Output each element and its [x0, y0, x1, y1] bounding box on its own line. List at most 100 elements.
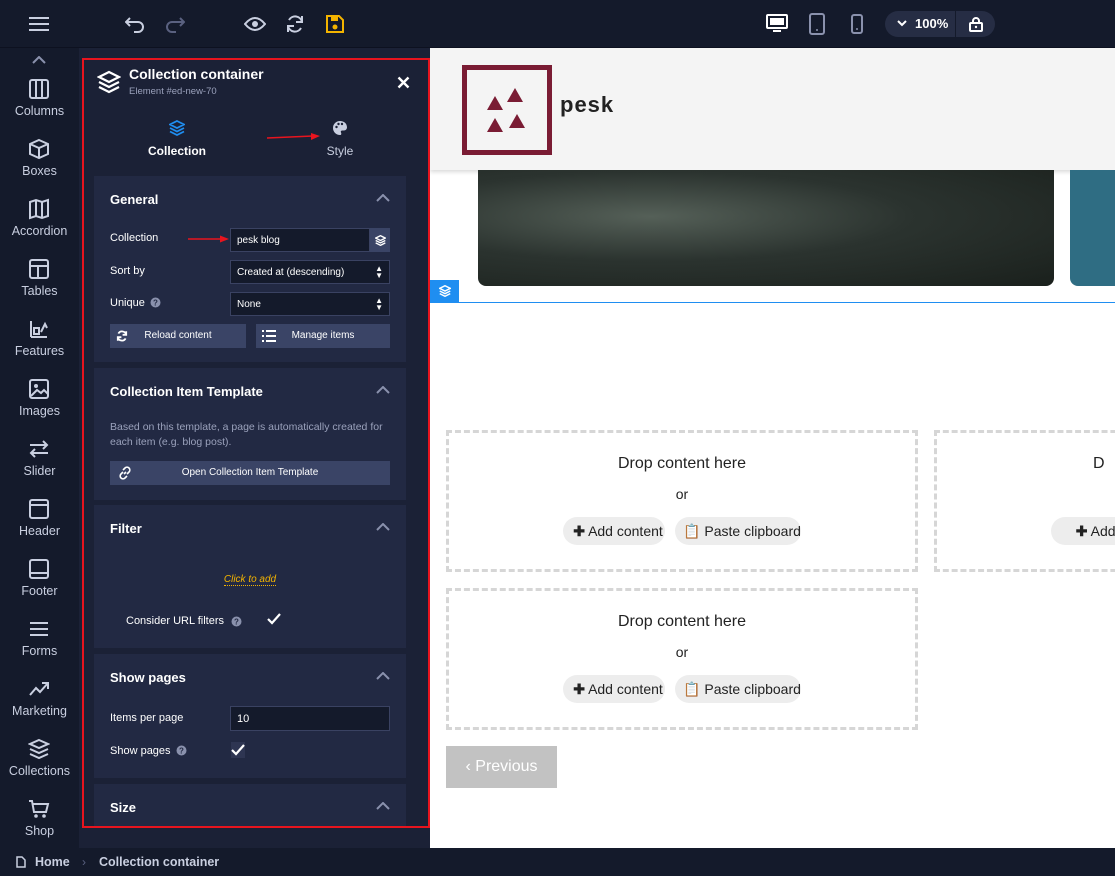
collection-label: Collection [110, 232, 159, 244]
logo-frame[interactable] [462, 65, 552, 155]
manage-items-button[interactable]: Manage items [256, 324, 390, 348]
zoom-control[interactable]: 100% [885, 11, 995, 37]
collection-picker-button[interactable] [370, 228, 390, 252]
sidebar-item-forms[interactable]: Forms [0, 618, 79, 678]
drop-zone[interactable]: Drop content here or ✚ Add content 📋 Pas… [446, 588, 918, 730]
chevron-up-icon[interactable] [32, 56, 46, 64]
collections-icon [438, 285, 451, 297]
sidebar-item-footer[interactable]: Footer [0, 558, 79, 618]
chevron-up-icon[interactable] [376, 523, 390, 531]
site-header: pesk [430, 48, 1115, 170]
paste-clipboard-button[interactable]: 📋 Paste clipboard [675, 517, 801, 545]
tab-label: Collection [147, 144, 206, 158]
chevron-up-icon[interactable] [376, 386, 390, 394]
columns-icon [29, 79, 49, 99]
help-icon[interactable]: ? [176, 745, 187, 756]
section-title: Size [110, 800, 137, 815]
click-to-add-link[interactable]: Click to add [223, 574, 277, 586]
sidebar-item-features[interactable]: Features [0, 318, 79, 378]
items-per-page-input[interactable]: 10 [230, 706, 390, 731]
element-badge[interactable] [430, 280, 459, 302]
sidebar-item-label: Images [19, 404, 60, 418]
desktop-icon[interactable] [765, 12, 789, 36]
tab-collection[interactable]: Collection [127, 118, 227, 160]
button-label: Previous [475, 758, 538, 775]
tab-label: Style [326, 144, 354, 158]
sidebar-item-label: Header [19, 524, 60, 538]
chevron-left-icon: ‹ [465, 758, 471, 775]
footer-icon [29, 559, 49, 579]
panel-subtitle: Element #ed-new-70 [129, 86, 217, 97]
section-title: Filter [110, 521, 142, 536]
sidebar-item-boxes[interactable]: Boxes [0, 138, 79, 198]
breadcrumb-current[interactable]: Collection container [99, 855, 219, 869]
save-icon[interactable] [323, 12, 347, 36]
panel-title: Collection container [129, 66, 264, 82]
sidebar-item-label: Features [14, 344, 65, 358]
unique-select-value: None [237, 299, 261, 310]
breadcrumb: Home › Collection container [0, 848, 1115, 876]
breadcrumb-home[interactable]: Home [35, 855, 70, 869]
reload-content-button[interactable]: Reload content [110, 324, 246, 348]
button-label: Paste clipboard [704, 523, 801, 539]
lock-icon[interactable] [969, 16, 983, 32]
sidebar-item-header[interactable]: Header [0, 498, 79, 558]
table-icon [29, 259, 49, 279]
sort-select[interactable]: Created at (descending) ▲ ▼ [230, 260, 390, 284]
button-label: Add co [1090, 523, 1115, 539]
chevron-up-icon[interactable] [376, 802, 390, 810]
mobile-icon[interactable] [845, 12, 869, 36]
click-to-add-wrap: Click to add [94, 569, 406, 587]
unique-select[interactable]: None ▲ ▼ [230, 292, 390, 316]
preview-icon[interactable] [243, 12, 267, 36]
sidebar-item-columns[interactable]: Columns [0, 78, 79, 138]
add-content-button[interactable]: ✚ Add content [563, 517, 665, 545]
chevron-up-icon[interactable] [376, 672, 390, 680]
help-icon[interactable]: ? [231, 616, 242, 627]
sidebar-item-slider[interactable]: Slider [0, 438, 79, 498]
features-icon [30, 321, 48, 338]
checkmark-icon[interactable] [267, 613, 281, 625]
breadcrumb-separator: › [82, 855, 86, 869]
add-content-button[interactable]: ✚ Add content [563, 675, 665, 703]
help-icon[interactable]: ? [150, 297, 161, 308]
menu-icon[interactable] [27, 12, 51, 36]
previous-button[interactable]: ‹ Previous [446, 746, 557, 788]
undo-icon[interactable] [123, 12, 147, 36]
sidebar-item-images[interactable]: Images [0, 378, 79, 438]
sidebar-item-marketing[interactable]: Marketing [0, 678, 79, 738]
paste-clipboard-button[interactable]: 📋 Paste clipboard [675, 675, 801, 703]
open-template-button[interactable]: Open Collection Item Template [110, 461, 390, 485]
page-canvas: pesk Drop content here or ✚ Add content … [430, 48, 1115, 848]
close-icon[interactable] [397, 76, 410, 89]
sidebar-item-tables[interactable]: Tables [0, 258, 79, 318]
button-label: Add content [588, 523, 663, 539]
refresh-icon[interactable] [283, 12, 307, 36]
chevron-down-icon[interactable] [897, 20, 907, 28]
unique-label: Unique [110, 297, 145, 309]
zoom-value: 100% [915, 16, 949, 31]
plus-icon: ✚ [573, 681, 585, 697]
svg-text:?: ? [153, 299, 158, 308]
drop-zone[interactable]: Drop content here or ✚ Add content 📋 Pas… [446, 430, 918, 572]
list-icon [262, 330, 276, 342]
sidebar-item-collections[interactable]: Collections [0, 738, 79, 798]
redo-icon[interactable] [163, 12, 187, 36]
selection-outline [430, 302, 1115, 303]
button-label: Manage items [291, 330, 355, 341]
button-label: Open Collection Item Template [181, 467, 319, 478]
show-pages-checkbox[interactable] [231, 742, 245, 758]
logo-triangles-icon [487, 88, 525, 132]
sidebar-item-label: Boxes [22, 164, 57, 178]
sidebar-item-label: Footer [21, 584, 58, 598]
sidebar-item-accordion[interactable]: Accordion [0, 198, 79, 258]
collection-field[interactable]: pesk blog [230, 228, 370, 252]
tablet-icon[interactable] [805, 12, 829, 36]
drop-zone[interactable]: D ✚ Add co [934, 430, 1115, 572]
sidebar-item-label: Accordion [11, 224, 68, 238]
general-section: General Collection pesk blog Sort by Cre… [94, 176, 406, 362]
blog-image [478, 170, 1054, 286]
add-content-button[interactable]: ✚ Add co [1051, 517, 1115, 545]
chevron-up-icon[interactable] [376, 194, 390, 202]
plus-icon: ✚ [573, 523, 585, 539]
